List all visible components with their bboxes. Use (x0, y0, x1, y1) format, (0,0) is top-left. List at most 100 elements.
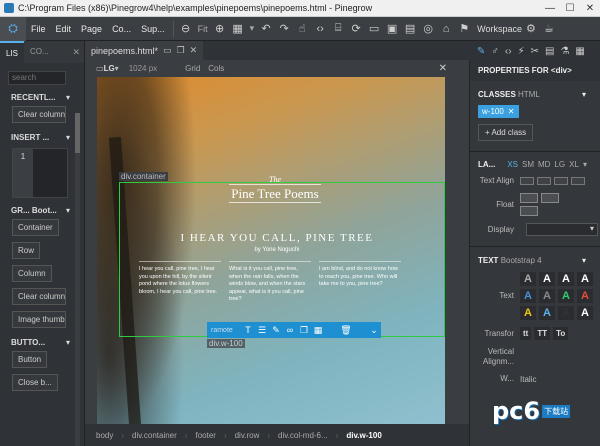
classes-header[interactable]: CLASSES HTML ▾ (470, 81, 600, 99)
lock-icon[interactable]: ⌂ (437, 23, 455, 35)
layout-icon[interactable]: ▦ (575, 46, 584, 57)
code-icon[interactable]: ‹› (505, 46, 512, 57)
align-left-icon[interactable] (520, 177, 534, 185)
tab-components[interactable]: CO... (24, 41, 55, 63)
align-center-icon[interactable] (537, 177, 551, 185)
clear-column-button[interactable]: Clear column (12, 288, 66, 305)
coffee-icon[interactable]: ☕ (540, 22, 558, 35)
chevron-down-icon[interactable]: ▾ (66, 338, 70, 347)
library-scrollbar[interactable] (75, 113, 80, 446)
breadcrumb-body[interactable]: body (96, 431, 113, 440)
text-icon[interactable]: T (241, 325, 255, 335)
menu-edit[interactable]: Edit (51, 24, 77, 34)
properties-icon[interactable]: ✎ (477, 46, 485, 57)
chevron-down-icon[interactable]: ▾ (583, 160, 587, 169)
class-tag[interactable]: w-100 ✕ (478, 105, 519, 118)
menu-components[interactable]: Co... (107, 24, 136, 34)
device-size-select[interactable]: LG (104, 64, 115, 73)
add-class-button[interactable]: + Add class (478, 124, 534, 141)
tools-icon[interactable]: ✂ (531, 46, 539, 57)
zoom-in-icon[interactable]: ⊕ (211, 22, 229, 35)
recent-clear-column-button[interactable]: Clear column (12, 106, 66, 123)
chevron-down-icon[interactable]: ▾ (582, 90, 586, 99)
row-button[interactable]: Row (12, 242, 41, 259)
chevron-down-icon[interactable]: ▾ (66, 93, 70, 102)
insert-grid-preview[interactable]: 1 (12, 148, 68, 198)
align-right-icon[interactable] (554, 177, 568, 185)
chevron-down-icon[interactable]: ⌄ (367, 325, 381, 336)
page-icon[interactable]: ▭ (163, 45, 172, 56)
breadcrumb-container[interactable]: div.container (132, 431, 177, 440)
text-header[interactable]: TEXT Bootstrap 4 ▾ (470, 247, 600, 265)
tab-pinepoems[interactable]: pinepoems.html* ▭ ❐ ✕ (85, 41, 204, 60)
float-left-icon[interactable] (520, 193, 538, 203)
chevron-down-icon[interactable]: ▾ (247, 23, 258, 34)
pinegrow-logo-icon[interactable]: ⛭ (0, 16, 26, 41)
text-color-swatch[interactable]: A (558, 306, 574, 320)
text-color-swatch[interactable]: A (577, 306, 593, 320)
page-view-icon[interactable]: ▦ (229, 22, 247, 35)
workspace-label[interactable]: Workspace (477, 24, 522, 34)
settings-icon[interactable]: ⚙ (522, 22, 540, 35)
cms-icon[interactable]: ⚗ (560, 46, 569, 57)
refresh-icon[interactable]: ⟳ (347, 22, 365, 35)
close-button-item[interactable]: Close b... (12, 374, 58, 391)
breadcrumb-col[interactable]: div.col-md-6... (278, 431, 328, 440)
close-icon[interactable]: ✕ (508, 107, 515, 116)
device-icon[interactable]: ▭ (96, 64, 104, 73)
column-button[interactable]: Column (12, 265, 52, 282)
capitalize-option[interactable]: To (553, 327, 569, 340)
section-recent[interactable]: RECENTL... ▾ (11, 93, 84, 102)
export-icon[interactable]: ▣ (383, 22, 401, 35)
text-color-swatch[interactable]: A (539, 289, 555, 303)
library-search-input[interactable]: search (8, 71, 66, 85)
align-justify-icon[interactable] (571, 177, 585, 185)
undo-icon[interactable]: ↶ (257, 22, 275, 35)
text-color-swatch[interactable]: A (539, 306, 555, 320)
breakpoint-md[interactable]: MD (538, 160, 550, 169)
lowercase-option[interactable]: tt (520, 327, 532, 340)
italic-option[interactable]: Italic (520, 375, 536, 384)
section-buttons[interactable]: BUTTO... ▾ (11, 338, 84, 347)
image-thumbnail-button[interactable]: Image thumb (12, 311, 66, 328)
canvas-scrollbar[interactable] (461, 77, 469, 424)
actions-icon[interactable]: ⚡ (518, 46, 525, 57)
close-icon[interactable]: ✕ (439, 63, 447, 74)
duplicate-icon[interactable]: ❐ (177, 45, 185, 56)
fit-label[interactable]: Fit (195, 24, 211, 34)
cols-toggle[interactable]: Cols (208, 64, 224, 73)
chevron-down-icon[interactable]: ▾ (66, 133, 70, 142)
tab-library[interactable]: LIS (0, 41, 25, 63)
close-button[interactable]: ✕ (580, 3, 600, 14)
image-icon[interactable]: ▤ (401, 22, 419, 35)
text-color-swatch[interactable]: A (539, 272, 555, 286)
text-color-swatch[interactable]: A (520, 289, 536, 303)
brush-icon[interactable]: ✎ (269, 325, 283, 336)
duplicate-icon[interactable]: ❐ (297, 325, 311, 336)
link-icon[interactable]: ∞ (283, 325, 297, 335)
float-none-icon[interactable] (520, 206, 538, 216)
page-canvas[interactable]: The Pine Tree Poems I HEAR YOU CALL, PIN… (97, 77, 445, 425)
redo-icon[interactable]: ↷ (275, 22, 293, 35)
pointer-icon[interactable]: ☝ (293, 22, 311, 35)
scrollbar-thumb[interactable] (75, 113, 80, 153)
minimize-button[interactable]: — (540, 3, 560, 14)
chevron-down-icon[interactable]: ▾ (115, 64, 119, 73)
flag-icon[interactable]: ⚑ (455, 22, 473, 35)
close-icon[interactable]: ✕ (72, 47, 84, 58)
code-view-icon[interactable]: ⌸ (329, 22, 347, 35)
text-color-swatch[interactable]: A (577, 289, 593, 303)
text-color-swatch[interactable]: A (520, 306, 536, 320)
maximize-button[interactable]: ☐ (560, 3, 580, 14)
breakpoint-lg[interactable]: LG (554, 160, 565, 169)
css-icon[interactable]: ♂ (491, 46, 499, 57)
grid-icon[interactable]: ▦ (311, 325, 325, 336)
menu-file[interactable]: File (26, 24, 51, 34)
breakpoint-xl[interactable]: XL (569, 160, 579, 169)
text-color-swatch[interactable]: A (558, 272, 574, 286)
globe-icon[interactable]: ◎ (419, 22, 437, 35)
chevron-down-icon[interactable]: ▾ (66, 206, 70, 215)
section-grid[interactable]: GR... Boot... ▾ (11, 206, 84, 215)
page-width-value[interactable]: 1024 px (129, 64, 157, 73)
breakpoint-xs[interactable]: XS (507, 160, 518, 169)
